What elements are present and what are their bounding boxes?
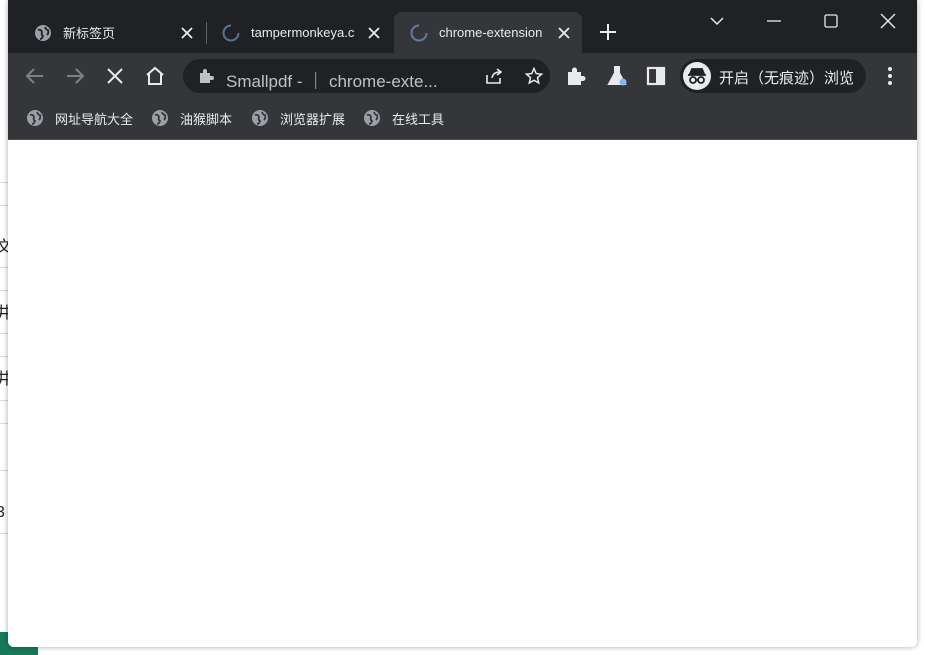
side-panel-icon[interactable] <box>644 64 668 88</box>
globe-icon <box>26 109 44 127</box>
stop-loading-icon[interactable] <box>103 64 127 88</box>
labs-flask-icon[interactable] <box>605 64 629 88</box>
loading-spinner-icon <box>222 24 240 42</box>
more-menu-icon[interactable] <box>878 64 902 88</box>
bookmark-label: 浏览器扩展 <box>280 111 346 127</box>
incognito-icon <box>683 62 711 90</box>
tab-title: tampermonkeya.c <box>251 25 355 40</box>
tab-strip: 新标签页 tampermonkeya.c chrome-extension <box>8 0 917 53</box>
minimize-icon[interactable] <box>763 10 785 32</box>
bookmark-item[interactable]: 网址导航大全 <box>26 108 133 128</box>
address-bar[interactable]: Smallpdf - ｜ chrome-exte... <box>183 59 550 93</box>
bookmark-item[interactable]: 浏览器扩展 <box>251 108 345 128</box>
globe-icon <box>251 109 269 127</box>
loading-spinner-icon <box>410 24 428 42</box>
extension-puzzle-icon <box>197 67 215 85</box>
close-icon[interactable] <box>366 25 382 41</box>
tab-title: 新标签页 <box>63 26 116 41</box>
navigation-toolbar: Smallpdf - ｜ chrome-exte... 开启（无痕迹）浏览 <box>8 53 917 99</box>
profile-label: 开启（无痕迹）浏览 <box>719 70 855 87</box>
bookmark-label: 在线工具 <box>392 111 445 127</box>
extensions-puzzle-icon[interactable] <box>564 64 588 88</box>
close-window-icon[interactable] <box>877 10 899 32</box>
tab-search-chevron-icon[interactable] <box>706 10 728 32</box>
tab-title: chrome-extension <box>439 25 543 40</box>
maximize-icon[interactable] <box>820 10 842 32</box>
forward-arrow-icon[interactable] <box>63 64 87 88</box>
tab-new-tab[interactable]: 新标签页 <box>18 12 205 53</box>
tab-tampermonkey[interactable]: tampermonkeya.c <box>206 12 392 53</box>
globe-icon <box>363 109 381 127</box>
incognito-profile-button[interactable]: 开启（无痕迹）浏览 <box>680 59 866 93</box>
page-content-area[interactable] <box>8 140 917 647</box>
close-icon[interactable] <box>556 25 572 41</box>
bookmark-label: 网址导航大全 <box>55 111 134 127</box>
share-icon[interactable] <box>485 67 503 85</box>
bookmark-star-icon[interactable] <box>524 66 544 85</box>
globe-icon <box>151 109 169 127</box>
close-icon[interactable] <box>179 25 195 41</box>
back-arrow-icon[interactable] <box>23 64 47 88</box>
address-bar-text: Smallpdf - ｜ chrome-exte... <box>226 72 438 91</box>
browser-window: 新标签页 tampermonkeya.c chrome-extension Sm… <box>8 0 917 647</box>
bookmark-label: 油猴脚本 <box>180 111 233 127</box>
tab-chrome-extension[interactable]: chrome-extension <box>394 12 582 53</box>
new-tab-plus-icon[interactable] <box>598 22 618 42</box>
bookmarks-bar: 网址导航大全 油猴脚本 浏览器扩展 在线工具 <box>8 99 917 140</box>
home-icon[interactable] <box>143 64 167 88</box>
background-text: 3 <box>0 504 5 521</box>
globe-icon <box>34 24 52 42</box>
bookmark-item[interactable]: 油猴脚本 <box>151 108 232 128</box>
bookmark-item[interactable]: 在线工具 <box>363 108 444 128</box>
